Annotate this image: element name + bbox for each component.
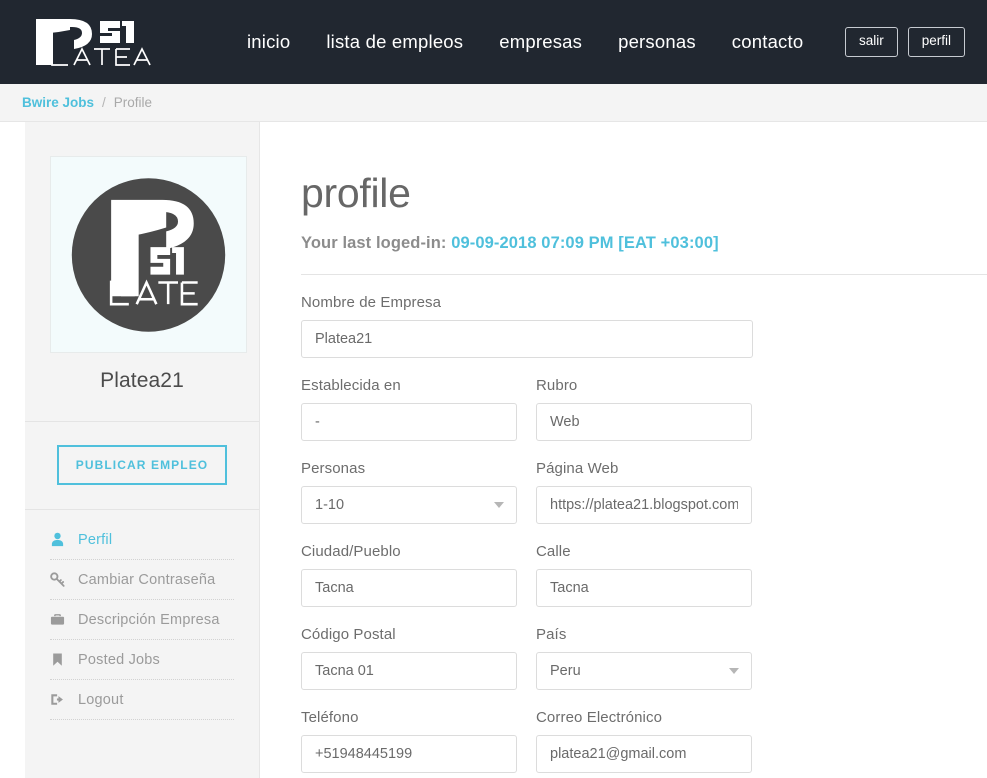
field-label: Página Web xyxy=(536,460,619,477)
field-company-name: Nombre de Empresa xyxy=(301,294,753,358)
field-website: Página Web xyxy=(536,460,752,524)
sidebar-item-label: Perfil xyxy=(78,531,113,548)
navbar-actions: salir perfil xyxy=(844,27,965,57)
logout-button[interactable]: salir xyxy=(844,27,898,57)
field-postal-code: Código Postal xyxy=(301,626,517,690)
top-navbar: inicio lista de empleos empresas persona… xyxy=(0,0,987,84)
field-label: Ciudad/Pueblo xyxy=(301,543,401,560)
sidebar-item-posted-jobs[interactable]: Posted Jobs xyxy=(50,640,234,680)
phone-input[interactable] xyxy=(301,735,517,773)
field-people: Personas 1-10 xyxy=(301,460,517,524)
breadcrumb: Bwire Jobs / Profile xyxy=(0,84,987,122)
people-select-wrap: 1-10 xyxy=(301,486,517,524)
field-label: Nombre de Empresa xyxy=(301,294,442,311)
row-people-website: Personas 1-10 Página Web xyxy=(301,460,987,543)
field-label: País xyxy=(536,626,567,643)
field-email: Correo Electrónico xyxy=(536,709,752,773)
field-country: País Peru xyxy=(536,626,752,690)
last-login-label: Your last loged-in: xyxy=(301,234,447,252)
nav-link-contacto[interactable]: contacto xyxy=(732,31,804,53)
briefcase-icon xyxy=(50,612,65,627)
key-icon xyxy=(50,572,65,587)
country-select-wrap: Peru xyxy=(536,652,752,690)
breadcrumb-current: Profile xyxy=(113,95,153,110)
publish-job-cta-wrap: PUBLICAR EMPLEO xyxy=(25,422,259,510)
platea21-logo[interactable] xyxy=(30,13,160,71)
field-label: Establecida en xyxy=(301,377,401,394)
established-input[interactable] xyxy=(301,403,517,441)
field-established: Establecida en xyxy=(301,377,517,441)
field-phone: Teléfono xyxy=(301,709,517,773)
nav-link-empresas[interactable]: empresas xyxy=(499,31,582,53)
sidebar-item-descripcion-empresa[interactable]: Descripción Empresa xyxy=(50,600,234,640)
sidebar-profile-block: Platea21 xyxy=(25,156,259,422)
field-label: Rubro xyxy=(536,377,578,394)
field-label: Correo Electrónico xyxy=(536,709,663,726)
page-body: Platea21 PUBLICAR EMPLEO Perfil Cambiar … xyxy=(0,122,987,778)
profile-button[interactable]: perfil xyxy=(907,27,965,57)
sidebar-item-label: Posted Jobs xyxy=(78,651,160,668)
sidebar-menu: Perfil Cambiar Contraseña Descripción Em… xyxy=(25,510,259,720)
field-street: Calle xyxy=(536,543,752,607)
bookmark-icon xyxy=(50,652,65,667)
sidebar-item-label: Descripción Empresa xyxy=(78,611,220,628)
sign-out-icon xyxy=(50,692,65,707)
company-logo-icon xyxy=(71,177,226,332)
nav-link-lista-de-empleos[interactable]: lista de empleos xyxy=(326,31,463,53)
people-select[interactable]: 1-10 xyxy=(301,486,517,524)
sidebar: Platea21 PUBLICAR EMPLEO Perfil Cambiar … xyxy=(25,122,260,778)
page-title: profile xyxy=(301,170,411,216)
row-postal-country: Código Postal País Peru xyxy=(301,626,987,709)
avatar xyxy=(50,156,247,353)
breadcrumb-home-link[interactable]: Bwire Jobs xyxy=(22,95,94,110)
sidebar-item-label: Cambiar Contraseña xyxy=(78,571,216,588)
nav-link-inicio[interactable]: inicio xyxy=(247,31,290,53)
field-city: Ciudad/Pueblo xyxy=(301,543,517,607)
row-city-street: Ciudad/Pueblo Calle xyxy=(301,543,987,626)
field-label: Teléfono xyxy=(301,709,359,726)
sidebar-item-logout[interactable]: Logout xyxy=(50,680,234,720)
nav-links: inicio lista de empleos empresas persona… xyxy=(247,31,803,53)
city-input[interactable] xyxy=(301,569,517,607)
publish-job-button[interactable]: PUBLICAR EMPLEO xyxy=(56,445,228,485)
email-input[interactable] xyxy=(536,735,752,773)
sidebar-item-perfil[interactable]: Perfil xyxy=(50,520,234,560)
field-label: Calle xyxy=(536,543,571,560)
website-input[interactable] xyxy=(536,486,752,524)
company-name: Platea21 xyxy=(100,369,184,392)
postal-code-input[interactable] xyxy=(301,652,517,690)
sidebar-item-label: Logout xyxy=(78,691,124,708)
field-industry: Rubro xyxy=(536,377,752,441)
nav-link-personas[interactable]: personas xyxy=(618,31,696,53)
last-login-timestamp: 09-09-2018 07:09 PM [EAT +03:00] xyxy=(451,234,719,252)
main-content: profile Your last loged-in: 09-09-2018 0… xyxy=(260,122,987,778)
page-container: Platea21 PUBLICAR EMPLEO Perfil Cambiar … xyxy=(0,122,987,778)
street-input[interactable] xyxy=(536,569,752,607)
section-divider xyxy=(301,274,987,275)
breadcrumb-separator: / xyxy=(102,95,106,110)
user-icon xyxy=(50,532,65,547)
profile-form: Nombre de Empresa Establecida en Rubro P… xyxy=(301,294,987,778)
sidebar-item-cambiar-contrasena[interactable]: Cambiar Contraseña xyxy=(50,560,234,600)
field-label: Personas xyxy=(301,460,366,477)
row-phone-email: Teléfono Correo Electrónico xyxy=(301,709,987,778)
row-established-industry: Establecida en Rubro xyxy=(301,377,987,460)
company-name-input[interactable] xyxy=(301,320,753,358)
platea21-logo-icon xyxy=(36,19,151,66)
last-login-line: Your last loged-in: 09-09-2018 07:09 PM … xyxy=(301,234,987,253)
country-select[interactable]: Peru xyxy=(536,652,752,690)
field-label: Código Postal xyxy=(301,626,396,643)
industry-input[interactable] xyxy=(536,403,752,441)
